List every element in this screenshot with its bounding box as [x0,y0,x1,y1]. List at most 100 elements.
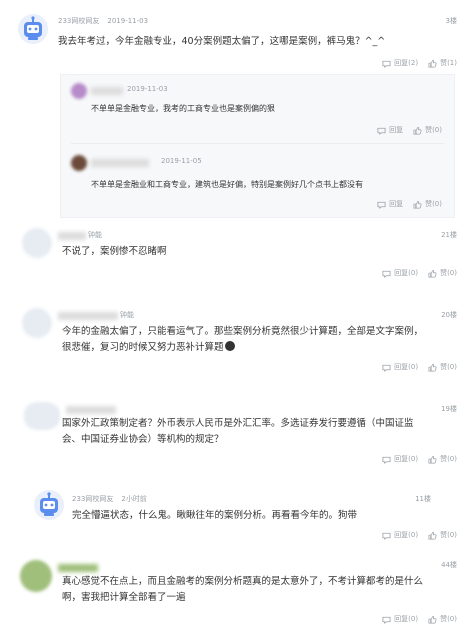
comment-item: 钟能 21楼 不说了，案例惨不忍睹啊 回复(0) 赞(0) [0,220,469,290]
reply-thread: 2019-11-03 不单单是金融专业，我考的工商专业也是案例偏的狠 回复 赞(… [60,74,455,218]
comment-icon [382,455,391,464]
avatar[interactable] [34,490,64,520]
reply-time: 2019-11-03 [127,85,168,93]
author-name[interactable]: 钟能 [88,230,102,240]
reply-button[interactable]: 回复(0) [382,530,418,540]
reply-button[interactable]: 回复 [377,199,403,209]
reply-label: 回复(0) [394,615,419,623]
comment-icon [382,363,391,372]
comment-text-line: 啊，害我把计算全部看了一遍 [62,592,186,603]
reply-label: 回复(0) [394,455,419,463]
like-button[interactable]: 赞(1) [428,58,457,68]
reply-label: 回复 [389,200,404,208]
like-button[interactable]: 赞(0) [413,125,442,135]
reply-button[interactable]: 回复(0) [382,614,418,624]
robot-avatar-icon [18,14,48,44]
reply-label: 回复(0) [394,363,419,371]
reply-button[interactable]: 回复 [377,125,403,135]
comment-time: 2019-11-03 [107,17,149,25]
reply-button[interactable]: 回复(0) [382,268,418,278]
comment-icon [382,269,391,278]
like-button[interactable]: 赞(0) [428,530,457,540]
comment-actions: 回复(0) 赞(0) [382,614,457,624]
avatar[interactable] [24,402,60,430]
author-name[interactable]: 钟能 [120,310,134,320]
thumbs-up-icon [428,615,437,624]
like-label: 赞(1) [440,59,457,67]
thumbs-up-icon [413,200,422,209]
reply-button[interactable]: 回复(2) [382,58,418,68]
thumbs-up-icon [413,126,422,135]
author-name-blurred [58,232,86,240]
like-label: 赞(0) [440,615,457,623]
floor-number: 20楼 [441,311,457,319]
floor-number: 3楼 [445,17,457,25]
floor-number: 19楼 [441,405,457,413]
comment-text-line: 国家外汇政策制定者？外币表示人民币是外汇汇率。多选证券发行要遵循（中国证监 [62,418,414,429]
reply-avatar[interactable] [71,155,87,171]
reply-author-name-blurred [91,87,123,95]
like-button[interactable]: 赞(0) [428,268,457,278]
like-label: 赞(0) [425,126,442,134]
reply-text: 不单单是金融业和工商专业，建筑也是好偏，特别是案例好几个点书上都没有 [91,180,363,189]
reply-button[interactable]: 回复(0) [382,454,418,464]
avatar[interactable] [20,560,52,592]
like-button[interactable]: 赞(0) [428,454,457,464]
floor-number: 11楼 [415,495,431,503]
comment-text-line: 真心感觉不在点上，而且金融考的案例分析题真的是太意外了，不考计算都考的是什么 [62,576,424,587]
comment-icon [382,531,391,540]
like-label: 赞(0) [440,455,457,463]
comment-actions: 回复(0) 赞(0) [382,362,457,372]
comment-item: 钟能 20楼 今年的金融太偏了，只能看运气了。那些案例分析竟然很少计算题，全部是… [0,300,469,392]
floor-number: 21楼 [441,231,457,239]
like-label: 赞(0) [440,531,457,539]
comment-item: 44楼 真心感觉不在点上，而且金融考的案例分析题真的是太意外了，不考计算都考的是… [0,552,469,635]
comment-actions: 回复(0) 赞(0) [382,268,457,278]
nested-reply: 2019-11-05 不单单是金融业和工商专业，建筑也是好偏，特别是案例好几个点… [61,147,454,217]
reply-avatar[interactable] [71,83,87,99]
avatar[interactable] [18,14,48,44]
like-label: 赞(0) [425,200,442,208]
thumbs-up-icon [428,59,437,68]
reply-actions: 回复 赞(0) [377,199,442,209]
author-name[interactable]: 233网校网友 [72,495,113,503]
comment-text-line: 很悲催，复习的时候又努力恶补计算题 [62,340,235,356]
avatar[interactable] [22,228,52,258]
comment-text: 我去年考过，今年金融专业，40分案例题太偏了，这哪是案例，裤马鬼？^_^ [58,36,386,47]
like-label: 赞(0) [440,363,457,371]
comment-item: 233网校网友 2小时前 11楼 完全懵逼状态，什么鬼。瞅瞅往年的案例分析。再看看… [0,486,469,548]
emoji-icon [224,341,235,351]
reply-label: 回复 [389,126,404,134]
thumbs-up-icon [428,269,437,278]
author-name-blurred [66,406,116,414]
avatar[interactable] [22,308,52,338]
nested-reply: 2019-11-03 不单单是金融专业，我考的工商专业也是案例偏的狠 回复 赞(… [61,75,454,145]
comment-text-line: 会、中国证券业协会）等机构的规定？ [62,434,224,445]
reply-time: 2019-11-05 [161,157,202,165]
like-button[interactable]: 赞(0) [428,362,457,372]
comment-actions: 回复(0) 赞(0) [382,530,457,540]
comment-icon [377,200,386,209]
like-button[interactable]: 赞(0) [428,614,457,624]
author-name[interactable]: 233网校网友 [58,17,99,25]
comment-icon [382,59,391,68]
comment-icon [382,615,391,624]
reply-label: 回复(2) [394,59,419,67]
reply-actions: 回复 赞(0) [377,125,442,135]
floor-number: 44楼 [441,561,457,569]
reply-button[interactable]: 回复(0) [382,362,418,372]
comment-text: 不说了，案例惨不忍睹啊 [62,246,167,257]
comment-time: 2小时前 [121,495,147,503]
comment-text-line: 今年的金融太偏了，只能看运气了。那些案例分析竟然很少计算题，全部是文字案例， [62,326,424,337]
comment-icon [377,126,386,135]
author-meta: 233网校网友 2小时前 [72,494,147,504]
thumbs-up-icon [428,363,437,372]
comment-text: 完全懵逼状态，什么鬼。瞅瞅往年的案例分析。再看看今年的。狗带 [72,510,358,521]
thumbs-up-icon [428,531,437,540]
author-name-blurred [58,312,118,320]
comment-text-line2: 很悲催，复习的时候又努力恶补计算题 [62,342,224,353]
like-button[interactable]: 赞(0) [413,199,442,209]
comment-item: 19楼 国家外汇政策制定者？外币表示人民币是外汇汇率。多选证券发行要遵循（中国证… [0,394,469,486]
robot-avatar-icon [34,490,64,520]
divider [71,143,444,144]
